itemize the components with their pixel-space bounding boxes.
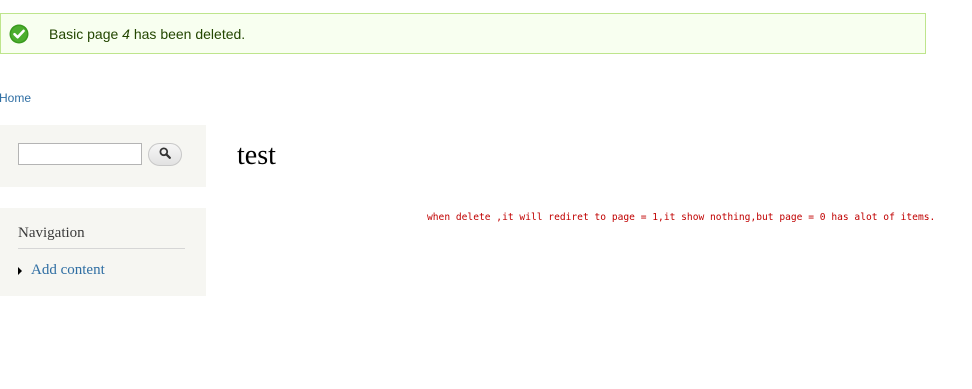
page: Basic page 4 has been deleted. Home Navi…	[0, 0, 972, 389]
navigation-block: Navigation Add content	[0, 208, 206, 296]
breadcrumb-home-link[interactable]: Home	[0, 91, 31, 105]
breadcrumb: Home	[0, 91, 31, 105]
bullet-arrow-icon	[18, 266, 22, 275]
check-circle-icon	[9, 24, 29, 44]
status-text: Basic page 4 has been deleted.	[49, 26, 246, 42]
navigation-title: Navigation	[18, 225, 185, 249]
status-message: Basic page 4 has been deleted.	[0, 13, 926, 54]
search-button[interactable]	[148, 143, 182, 166]
body-note: when delete ,it will rediret to page = 1…	[427, 212, 936, 223]
search-icon	[159, 146, 171, 164]
deleted-node-title: 4	[122, 26, 130, 42]
nav-item-add-content: Add content	[18, 262, 105, 279]
add-content-link[interactable]: Add content	[31, 262, 105, 279]
page-title: test	[237, 140, 276, 171]
search-block	[0, 125, 206, 187]
search-input[interactable]	[18, 143, 142, 165]
